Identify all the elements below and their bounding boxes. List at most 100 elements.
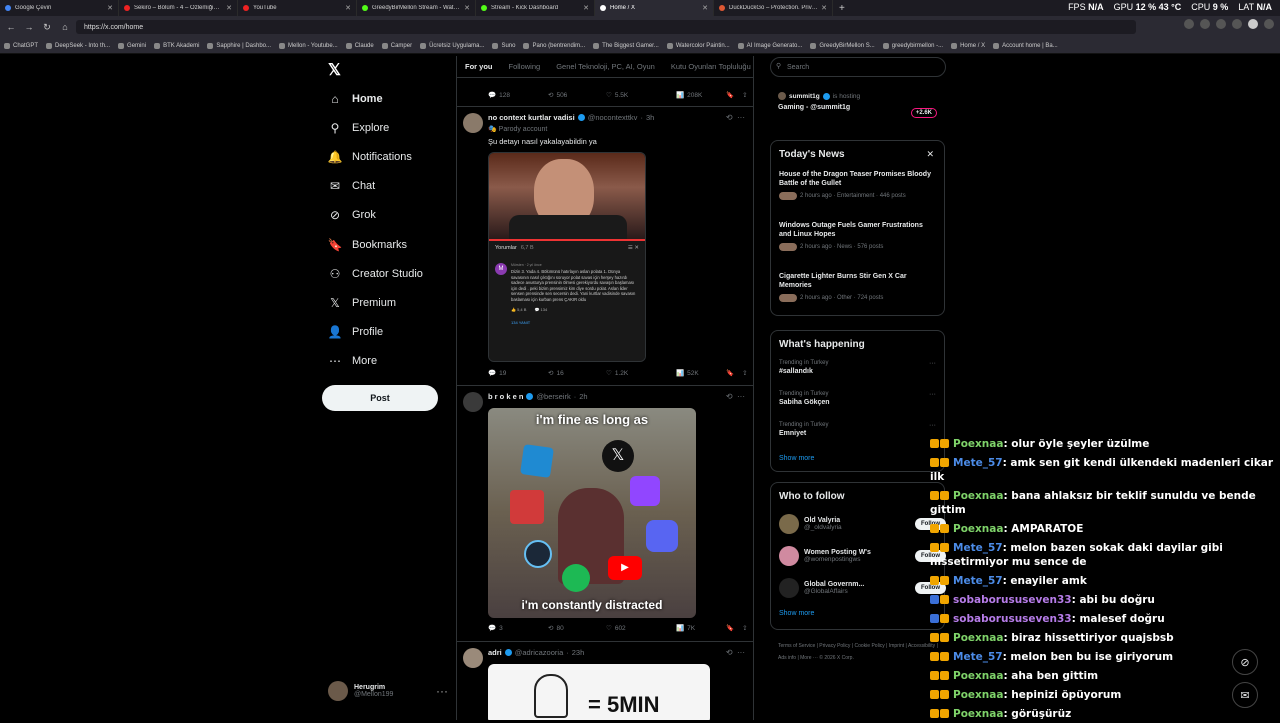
more-icon[interactable]: ⟲ ··· bbox=[726, 113, 745, 122]
bookmark-item[interactable]: ChatGPT bbox=[4, 42, 38, 49]
bookmark-item[interactable]: Ücretsiz Uygulama... bbox=[420, 42, 484, 49]
nav-item-creator-studio[interactable]: ⚇ Creator Studio bbox=[328, 267, 423, 281]
avatar[interactable] bbox=[463, 648, 483, 668]
post-button[interactable]: Post bbox=[322, 385, 438, 411]
post[interactable]: adri @adricazooria · 23h ⟲ ··· = 5MIN bbox=[457, 641, 753, 720]
author-name[interactable]: no context kurtlar vadisi bbox=[488, 113, 575, 122]
bookmark-item[interactable]: Gemini bbox=[118, 42, 146, 49]
repost-action[interactable]: ⟲ 80 bbox=[548, 624, 606, 633]
more-dots-icon[interactable]: ··· bbox=[929, 360, 936, 367]
bookmark-star-icon[interactable] bbox=[1200, 19, 1210, 29]
extension-icon[interactable] bbox=[1216, 19, 1226, 29]
browser-tab[interactable]: Home / X ✕ bbox=[595, 0, 714, 16]
bookmark-item[interactable]: Mellon - Youtube... bbox=[279, 42, 338, 49]
bookmark-item[interactable]: Sapphire | Dashbo... bbox=[207, 42, 271, 49]
close-icon[interactable]: ✕ bbox=[583, 4, 589, 12]
post-image[interactable]: Yorumlar 6,7 B ☰ ✕ M Mürsten · 2 yıl önce … bbox=[488, 152, 646, 362]
nav-item-notifications[interactable]: 🔔 Notifications bbox=[328, 150, 412, 164]
browser-tab[interactable]: YouTube ✕ bbox=[238, 0, 357, 16]
news-item[interactable]: Windows Outage Fuels Gamer Frustrations … bbox=[771, 217, 944, 268]
nav-item-explore[interactable]: ⚲ Explore bbox=[328, 121, 390, 135]
new-tab-button[interactable]: + bbox=[833, 3, 851, 14]
browser-tab[interactable]: Google Çeviri ✕ bbox=[0, 0, 119, 16]
show-more-link[interactable]: Show more bbox=[771, 604, 944, 623]
forward-icon[interactable]: → bbox=[22, 20, 36, 34]
views-action[interactable]: 📊 52K bbox=[676, 369, 726, 378]
footer-links[interactable]: Terms of Service | Privacy Policy | Cook… bbox=[778, 640, 943, 664]
share-icon[interactable]: ⇪ bbox=[742, 624, 747, 632]
bookmark-item[interactable]: Claude bbox=[345, 42, 374, 49]
reload-icon[interactable]: ↻ bbox=[40, 20, 54, 34]
nav-item-bookmarks[interactable]: 🔖 Bookmarks bbox=[328, 238, 408, 252]
post[interactable]: b r o k e n @berseirk · 2h ⟲ ··· i'm fin… bbox=[457, 385, 753, 641]
close-icon[interactable]: ✕ bbox=[821, 4, 827, 12]
download-icon[interactable] bbox=[1232, 19, 1242, 29]
close-icon[interactable]: ✕ bbox=[226, 4, 232, 12]
feed-tab[interactable]: Kutu Oyunları Topluluğu bbox=[671, 62, 751, 71]
share-icon[interactable]: ⇪ bbox=[742, 369, 747, 377]
browser-tab[interactable]: Stream - Kick Dashboard ✕ bbox=[476, 0, 595, 16]
avatar[interactable] bbox=[463, 113, 483, 133]
post[interactable]: no context kurtlar vadisi @nocontexttkv … bbox=[457, 106, 753, 386]
views-action[interactable]: 📊 208K bbox=[676, 91, 726, 100]
close-icon[interactable]: ✕ bbox=[464, 4, 470, 12]
news-item[interactable]: Cigarette Lighter Burns Stir Gen X Car M… bbox=[771, 268, 944, 319]
more-icon[interactable]: ⟲ ··· bbox=[726, 648, 745, 657]
nav-item-premium[interactable]: 𝕏 Premium bbox=[328, 296, 396, 310]
bookmark-item[interactable]: Home / X bbox=[951, 42, 985, 49]
reply-action[interactable]: 💬 128 bbox=[488, 91, 548, 100]
author-name[interactable]: adri bbox=[488, 648, 502, 657]
bookmark-item[interactable]: Suno bbox=[492, 42, 515, 49]
nav-item-grok[interactable]: ⊘ Grok bbox=[328, 208, 376, 222]
like-action[interactable]: ♡ 1.2K bbox=[606, 369, 676, 378]
bookmark-item[interactable]: AI Image Generato... bbox=[737, 42, 802, 49]
bookmark-icon[interactable]: 🔖 bbox=[726, 91, 734, 99]
share-icon[interactable]: ⇪ bbox=[742, 91, 747, 99]
close-icon[interactable]: ✕ bbox=[926, 149, 934, 160]
bookmark-item[interactable]: DeepSeek - Into th... bbox=[46, 42, 110, 49]
home-icon[interactable]: ⌂ bbox=[58, 20, 72, 34]
follow-suggestion[interactable]: Global Governm... @GlobalAffairs Follow bbox=[771, 572, 946, 604]
nav-item-chat[interactable]: ✉ Chat bbox=[328, 179, 375, 193]
bookmark-item[interactable]: Camper bbox=[381, 42, 412, 49]
browser-tab[interactable]: GreedyBirMellon Stream - Watch Li ✕ bbox=[357, 0, 476, 16]
close-icon[interactable]: ✕ bbox=[107, 4, 113, 12]
more-dots-icon[interactable]: ··· bbox=[929, 422, 936, 429]
bookmark-icon[interactable]: 🔖 bbox=[726, 369, 734, 377]
more-icon[interactable]: ⟲ ··· bbox=[726, 392, 745, 401]
bookmark-item[interactable]: Watercolor Paintin... bbox=[666, 42, 730, 49]
bookmark-item[interactable]: BTK Akademi bbox=[154, 42, 199, 49]
post-image[interactable]: = 5MIN bbox=[488, 664, 710, 720]
nav-item-profile[interactable]: 👤 Profile bbox=[328, 325, 384, 339]
repost-action[interactable]: ⟲ 506 bbox=[548, 91, 606, 100]
feed-tab[interactable]: For you bbox=[465, 62, 493, 71]
repost-action[interactable]: ⟲ 16 bbox=[548, 369, 606, 378]
follow-suggestion[interactable]: Old Valyria@_oldvalyriaFollow bbox=[771, 508, 946, 540]
account-switcher[interactable]: Herugrim @Mellon199 ··· bbox=[328, 681, 448, 701]
meme-image[interactable]: i'm fine as long as 𝕏 ▶ i'm constantly d… bbox=[488, 408, 696, 618]
avatar[interactable] bbox=[463, 392, 483, 412]
x-logo-icon[interactable]: 𝕏 bbox=[328, 60, 341, 80]
bookmark-item[interactable]: Account home | Ba... bbox=[993, 42, 1058, 49]
like-action[interactable]: ♡ 5.5K bbox=[606, 91, 676, 100]
bookmark-item[interactable]: GreedyBirMellon S... bbox=[810, 42, 875, 49]
views-action[interactable]: 📊 7K bbox=[676, 624, 726, 633]
feed-tab[interactable]: Genel Teknoloji, PC, AI, Oyun bbox=[556, 62, 655, 71]
extension-icon[interactable] bbox=[1184, 19, 1194, 29]
browser-tab[interactable]: DuckDuckGo – Protection. Privacy. ✕ bbox=[714, 0, 833, 16]
bookmark-icon[interactable]: 🔖 bbox=[726, 624, 734, 632]
trend-item[interactable]: Trending in Turkey Emniyet ··· bbox=[771, 418, 944, 449]
nav-item-more[interactable]: ⋯ More bbox=[328, 354, 377, 368]
trend-item[interactable]: Trending in Turkey #sallandık ··· bbox=[771, 356, 944, 387]
close-icon[interactable]: ✕ bbox=[702, 4, 708, 12]
messages-icon[interactable]: ✉ bbox=[1232, 682, 1258, 708]
close-icon[interactable]: ✕ bbox=[345, 4, 351, 12]
bookmark-item[interactable]: greedybirmellon -... bbox=[882, 42, 943, 49]
news-item[interactable]: House of the Dragon Teaser Promises Bloo… bbox=[771, 166, 944, 217]
profile-avatar[interactable] bbox=[1248, 19, 1258, 29]
show-more-link[interactable]: Show more bbox=[771, 449, 944, 468]
like-action[interactable]: ♡ 602 bbox=[606, 624, 676, 633]
more-dots-icon[interactable]: ··· bbox=[929, 391, 936, 398]
bookmark-item[interactable]: Pano (bentrendim... bbox=[523, 42, 585, 49]
trend-item[interactable]: Trending in Turkey Sabiha Gökçen ··· bbox=[771, 387, 944, 418]
